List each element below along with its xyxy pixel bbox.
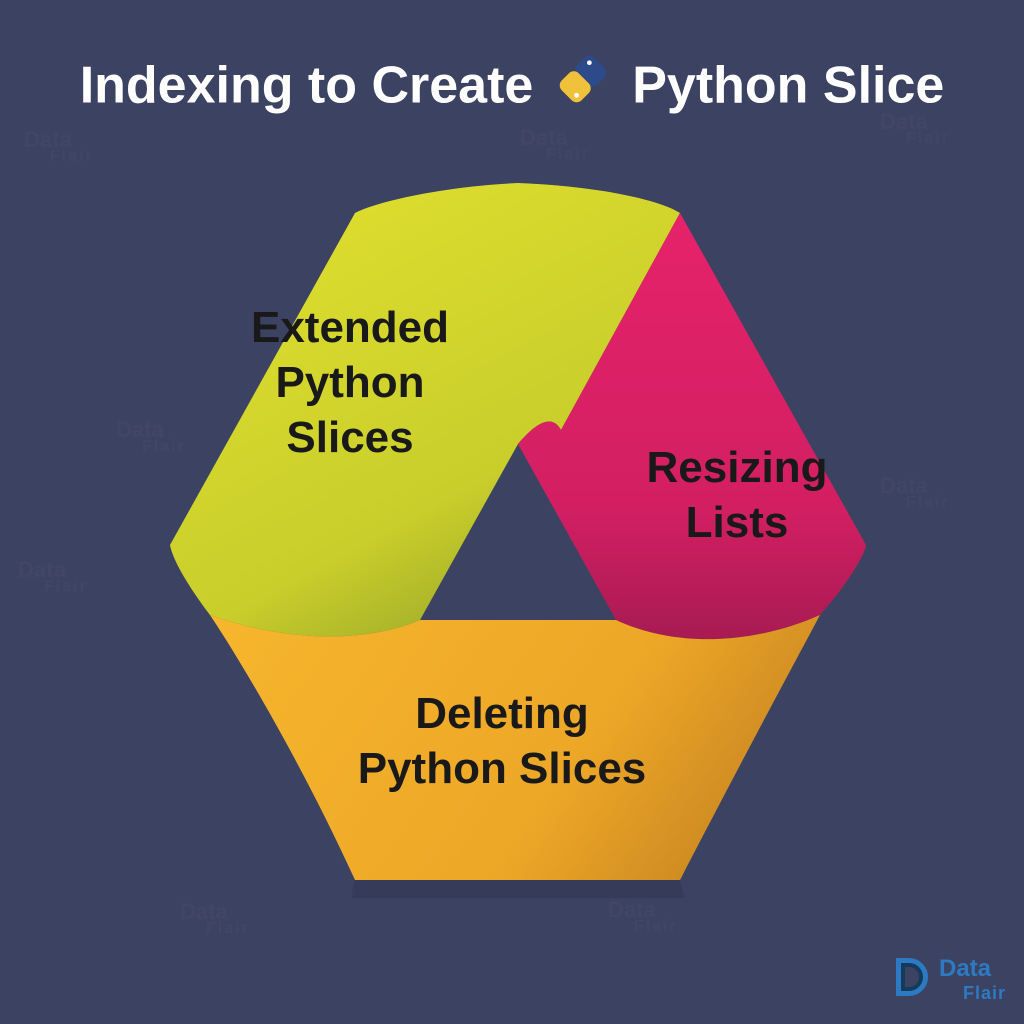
watermark: DataFlair	[180, 902, 250, 936]
label-extended: ExtendedPythonSlices	[190, 300, 510, 465]
page-title: Indexing to Create Python Slice	[0, 50, 1024, 121]
watermark: DataFlair	[880, 476, 950, 510]
segment-resizing	[518, 213, 866, 639]
curl-right	[616, 545, 866, 639]
curl-left	[170, 545, 420, 636]
brand-logo: Data Flair	[885, 953, 1006, 1006]
label-resizing: ResizingLists	[612, 440, 862, 550]
segment-deleting	[210, 615, 820, 880]
watermark: DataFlair	[18, 560, 88, 594]
watermark: DataFlair	[520, 128, 590, 162]
brand-logo-text: Data Flair	[939, 955, 1006, 1004]
label-deleting: DeletingPython Slices	[272, 686, 732, 796]
python-logo-icon	[554, 50, 612, 121]
curl-top	[510, 183, 680, 444]
watermark: DataFlair	[116, 420, 186, 454]
title-left: Indexing to Create	[80, 57, 534, 115]
title-right: Python Slice	[632, 57, 944, 115]
watermark: DataFlair	[608, 476, 678, 510]
segment-extended	[170, 183, 680, 636]
triangle-diagram	[0, 0, 1024, 1024]
watermark: DataFlair	[24, 130, 94, 164]
brand-logo-icon	[885, 953, 933, 1006]
watermark: DataFlair	[608, 900, 678, 934]
